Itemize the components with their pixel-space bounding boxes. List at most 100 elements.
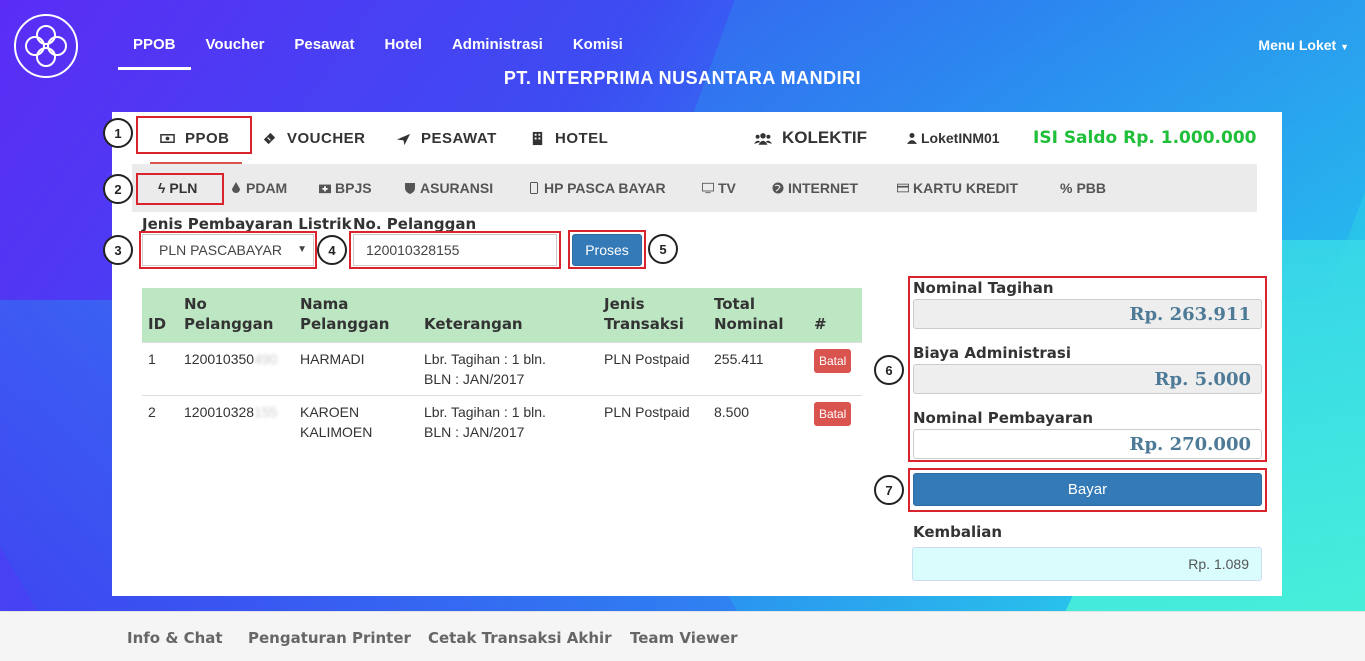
caret-down-icon: ▼ bbox=[1340, 42, 1349, 52]
credit-card-icon bbox=[897, 183, 909, 193]
no-pelanggan-text: 120010328 bbox=[184, 404, 255, 420]
subtab-pbb[interactable]: % PBB bbox=[1060, 180, 1106, 196]
cell-nama: KAROEN KALIMOEN bbox=[294, 395, 418, 448]
company-name: PT. INTERPRIMA NUSANTARA MANDIRI bbox=[503, 68, 862, 88]
keterangan-line: Lbr. Tagihan : 1 bln. bbox=[424, 404, 546, 420]
batal-button[interactable]: Batal bbox=[814, 349, 852, 373]
nav-ppob[interactable]: PPOB bbox=[118, 30, 191, 70]
footer-pengaturan-printer[interactable]: Pengaturan Printer bbox=[248, 629, 411, 647]
cell-keterangan: Lbr. Tagihan : 1 bln. BLN : JAN/2017 bbox=[418, 342, 598, 396]
logo-icon bbox=[25, 25, 67, 67]
no-pelanggan-masked: 490 bbox=[254, 351, 278, 367]
subtab-kartu-kredit[interactable]: KARTU KREDIT bbox=[897, 180, 1018, 196]
building-icon bbox=[532, 131, 543, 146]
tab-hotel-label: HOTEL bbox=[555, 130, 609, 147]
highlight-box bbox=[136, 116, 252, 154]
subtab-tv-label: TV bbox=[718, 180, 736, 196]
kembalian-field: Rp. 1.089 bbox=[912, 547, 1262, 581]
highlight-box bbox=[908, 468, 1267, 512]
tint-icon bbox=[232, 182, 240, 193]
subtab-pdam[interactable]: PDAM bbox=[230, 180, 287, 196]
cell-action: Batal bbox=[808, 342, 862, 396]
subtab-pdam-label: PDAM bbox=[246, 180, 288, 196]
subtab-hp-pasca-bayar[interactable]: HP PASCA BAYAR bbox=[528, 180, 666, 196]
subtab-internet-label: INTERNET bbox=[788, 180, 858, 196]
table-row: 1 120010350490 HARMADI Lbr. Tagihan : 1 … bbox=[142, 342, 862, 396]
no-pelanggan-masked: 155 bbox=[254, 404, 278, 420]
col-jenis-transaksi: Jenis Transaksi bbox=[598, 288, 708, 343]
col-keterangan: Keterangan bbox=[418, 288, 598, 343]
col-id: ID bbox=[142, 288, 178, 343]
subtab-internet[interactable]: INTERNET bbox=[772, 180, 858, 196]
shield-icon bbox=[405, 183, 415, 194]
highlight-box bbox=[139, 231, 317, 269]
batal-button[interactable]: Batal bbox=[814, 402, 852, 426]
callout-5: 5 bbox=[648, 234, 678, 264]
cell-nama: HARMADI bbox=[294, 342, 418, 396]
footer-team-viewer[interactable]: Team Viewer bbox=[630, 629, 737, 647]
cell-total: 8.500 bbox=[708, 395, 808, 448]
tab-pesawat[interactable]: PESAWAT bbox=[396, 130, 497, 147]
callout-6: 6 bbox=[874, 355, 904, 385]
subtab-asuransi-label: ASURANSI bbox=[420, 180, 494, 196]
footer-cetak-transaksi[interactable]: Cetak Transaksi Akhir bbox=[428, 629, 612, 647]
callout-7: 7 bbox=[874, 475, 904, 505]
subtab-bpjs[interactable]: BPJS bbox=[319, 180, 372, 196]
mobile-icon bbox=[530, 182, 538, 194]
highlight-box bbox=[136, 173, 224, 205]
col-action: # bbox=[808, 288, 862, 343]
ticket-icon bbox=[263, 132, 276, 145]
cell-action: Batal bbox=[808, 395, 862, 448]
transaction-table: ID No Pelanggan Nama Pelanggan Keteranga… bbox=[142, 288, 862, 448]
tab-hotel[interactable]: HOTEL bbox=[530, 130, 608, 147]
cell-keterangan: Lbr. Tagihan : 1 bln. BLN : JAN/2017 bbox=[418, 395, 598, 448]
highlight-box bbox=[908, 276, 1267, 462]
kolektif-link[interactable]: KOLEKTIF bbox=[754, 128, 867, 148]
table-header-row: ID No Pelanggan Nama Pelanggan Keteranga… bbox=[142, 288, 862, 343]
highlight-box bbox=[568, 230, 646, 269]
service-subtabs: ϟ PLN PDAM BPJS ASURANSI HP PASCA BAYAR T… bbox=[132, 164, 1257, 212]
percent-icon: % bbox=[1060, 180, 1073, 196]
subtab-asuransi[interactable]: ASURANSI bbox=[404, 180, 493, 196]
user-info: LoketINM01 bbox=[907, 130, 1000, 146]
tab-voucher[interactable]: VOUCHER bbox=[262, 130, 366, 147]
plane-icon bbox=[396, 133, 411, 146]
tab-pesawat-label: PESAWAT bbox=[421, 130, 497, 147]
username: LoketINM01 bbox=[921, 130, 1000, 146]
footer-info-chat[interactable]: Info & Chat bbox=[127, 629, 223, 647]
keterangan-line: Lbr. Tagihan : 1 bln. bbox=[424, 351, 546, 367]
col-total-nominal: Total Nominal bbox=[708, 288, 808, 343]
nav-pesawat[interactable]: Pesawat bbox=[279, 30, 369, 70]
keterangan-line: BLN : JAN/2017 bbox=[424, 371, 525, 387]
nav-komisi[interactable]: Komisi bbox=[558, 30, 638, 70]
nav-voucher[interactable]: Voucher bbox=[191, 30, 280, 70]
subtab-tv[interactable]: TV bbox=[702, 180, 736, 196]
kembalian-label: Kembalian bbox=[913, 523, 1003, 541]
callout-4: 4 bbox=[317, 235, 347, 265]
cell-jenis: PLN Postpaid bbox=[598, 342, 708, 396]
medkit-icon bbox=[319, 184, 331, 194]
top-navbar: PPOB Voucher Pesawat Hotel Administrasi … bbox=[0, 0, 1365, 100]
col-nama-pelanggan: Nama Pelanggan bbox=[294, 288, 418, 343]
col-no-pelanggan: No Pelanggan bbox=[178, 288, 294, 343]
globe-icon bbox=[772, 182, 784, 194]
users-icon bbox=[754, 132, 772, 145]
kolektif-label: KOLEKTIF bbox=[782, 128, 867, 147]
subtab-kartu-kredit-label: KARTU KREDIT bbox=[913, 180, 1018, 196]
subtab-hp-label: HP PASCA BAYAR bbox=[544, 180, 666, 196]
cell-id: 2 bbox=[142, 395, 178, 448]
tv-icon bbox=[702, 182, 714, 194]
menu-loket-dropdown[interactable]: Menu Loket ▼ bbox=[1258, 37, 1349, 53]
table-row: 2 120010328155 KAROEN KALIMOEN Lbr. Tagi… bbox=[142, 395, 862, 448]
main-nav: PPOB Voucher Pesawat Hotel Administrasi … bbox=[118, 30, 638, 70]
nav-hotel[interactable]: Hotel bbox=[369, 30, 437, 70]
main-panel: PPOB VOUCHER PESAWAT HOTEL KOLEKTIF Loke… bbox=[103, 112, 1282, 596]
callout-1: 1 bbox=[103, 118, 133, 148]
isi-saldo-link[interactable]: ISI Saldo Rp. 1.000.000 bbox=[1033, 128, 1256, 148]
callout-3: 3 bbox=[103, 235, 133, 265]
subtab-pbb-label: PBB bbox=[1076, 180, 1107, 196]
nav-administrasi[interactable]: Administrasi bbox=[437, 30, 558, 70]
callout-2: 2 bbox=[103, 174, 133, 204]
user-icon bbox=[907, 133, 917, 144]
cell-no-pelanggan: 120010350490 bbox=[178, 342, 294, 396]
